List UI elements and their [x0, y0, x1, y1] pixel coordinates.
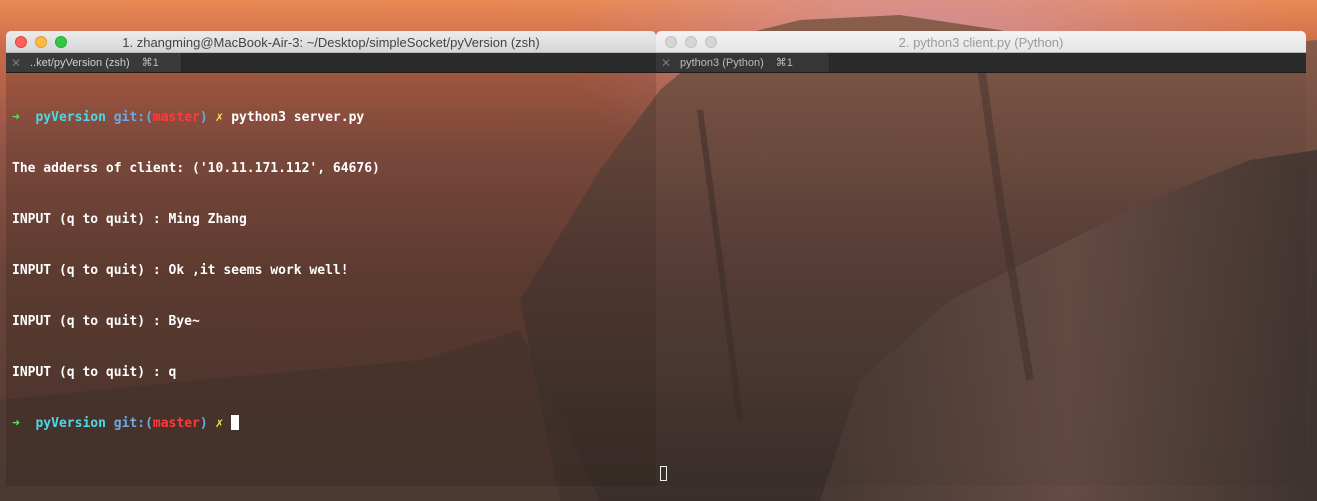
text-cursor	[231, 415, 240, 430]
prompt-arrow-icon: ➜	[12, 416, 20, 431]
dirty-mark-icon: ✗	[215, 110, 224, 125]
window-title: 2. python3 client.py (Python)	[898, 35, 1064, 50]
tab-bar: ✕ ..ket/pyVersion (zsh) ⌘1	[6, 53, 656, 73]
close-tab-icon[interactable]: ✕	[6, 56, 26, 70]
prompt-arrow-icon: ➜	[12, 110, 20, 125]
output-line: The adderss of client: ('10.11.171.112',…	[12, 161, 380, 176]
terminal-window-2[interactable]: 2. python3 client.py (Python) ✕ python3 …	[656, 31, 1306, 487]
prompt-line: ➜ pyVersion git:(master) ✗	[12, 415, 650, 432]
git-label-close: )	[199, 416, 208, 431]
repo-name: pyVersion	[35, 110, 106, 125]
output-line: INPUT (q to quit) : Ming Zhang	[12, 212, 247, 227]
tab-shortcut: ⌘1	[775, 57, 793, 69]
output-line: INPUT (q to quit) : Ok ,it seems work we…	[12, 263, 349, 278]
terminal-content[interactable]: ➜ pyVersion git:(master) ✗ python3 serve…	[6, 73, 656, 486]
git-label: git:(	[105, 416, 153, 431]
git-branch: master	[152, 416, 200, 431]
git-branch: master	[152, 110, 200, 125]
window-titlebar[interactable]: 1. zhangming@MacBook-Air-3: ~/Desktop/si…	[6, 31, 656, 53]
close-tab-icon[interactable]: ✕	[656, 56, 676, 70]
text-cursor-icon	[660, 466, 667, 481]
git-label: git:(	[105, 110, 153, 125]
window-title: 1. zhangming@MacBook-Air-3: ~/Desktop/si…	[122, 35, 540, 50]
tab-python[interactable]: ✕ python3 (Python) ⌘1	[656, 53, 830, 72]
terminal-content[interactable]	[656, 73, 1306, 486]
window-titlebar[interactable]: 2. python3 client.py (Python)	[656, 31, 1306, 53]
command-text: python3 server.py	[231, 110, 365, 125]
output-line: INPUT (q to quit) : Bye~	[12, 314, 200, 329]
git-label-close: )	[199, 110, 208, 125]
tab-label: ..ket/pyVersion (zsh)	[30, 56, 130, 69]
repo-name: pyVersion	[35, 416, 106, 431]
dirty-mark-icon: ✗	[215, 416, 224, 431]
tab-zsh[interactable]: ✕ ..ket/pyVersion (zsh) ⌘1	[6, 53, 182, 72]
prompt-line: ➜ pyVersion git:(master) ✗ python3 serve…	[12, 109, 650, 126]
tab-label: python3 (Python)	[680, 56, 764, 69]
terminal-window-1[interactable]: 1. zhangming@MacBook-Air-3: ~/Desktop/si…	[6, 31, 656, 487]
output-line: INPUT (q to quit) : q	[12, 365, 177, 380]
tab-shortcut: ⌘1	[141, 57, 159, 69]
tab-bar: ✕ python3 (Python) ⌘1	[656, 53, 1306, 73]
